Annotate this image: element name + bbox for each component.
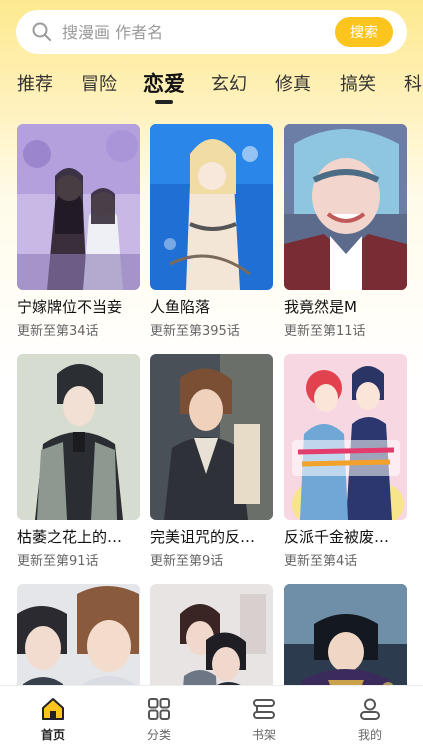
comic-title: 枯萎之花上的… bbox=[17, 528, 123, 546]
comic-title: 宁嫁牌位不当妾 bbox=[17, 298, 123, 316]
search-icon bbox=[32, 22, 51, 41]
nav-label: 分类 bbox=[146, 728, 171, 742]
comic-title: 反派千金被废… bbox=[284, 528, 390, 546]
comic-title: 完美诅咒的反… bbox=[150, 528, 256, 546]
tab-romance[interactable]: 恋爱 bbox=[143, 68, 185, 98]
nav-label: 我的 bbox=[357, 728, 382, 742]
app-screen: 搜索 推荐 冒险 恋爱 玄幻 修真 搞笑 科 bbox=[0, 0, 423, 752]
tab-comedy[interactable]: 搞笑 bbox=[340, 70, 376, 96]
comic-title: 人鱼陷落 bbox=[150, 298, 211, 316]
category-tabs: 推荐 冒险 恋爱 玄幻 修真 搞笑 科 bbox=[0, 64, 423, 108]
nav-label: 首页 bbox=[40, 728, 65, 742]
comic-update: 更新至第34话 bbox=[17, 324, 99, 339]
comic-card[interactable]: 我竟然是M 更新至第11话 bbox=[284, 124, 407, 339]
comic-card[interactable]: 枯萎之花上的… 更新至第91话 bbox=[17, 354, 140, 569]
comic-cover[interactable] bbox=[17, 354, 140, 520]
tab-scifi[interactable]: 科 bbox=[404, 70, 422, 96]
comic-update: 更新至第9话 bbox=[150, 554, 224, 569]
comic-card[interactable]: 宁嫁牌位不当妾 更新至第34话 bbox=[17, 124, 140, 339]
nav-profile[interactable]: 我的 bbox=[340, 696, 400, 743]
comic-cover[interactable] bbox=[17, 124, 140, 290]
search-input[interactable] bbox=[62, 22, 335, 42]
active-tab-indicator bbox=[155, 100, 173, 104]
home-icon bbox=[42, 698, 64, 720]
tab-adventure[interactable]: 冒险 bbox=[81, 70, 117, 96]
grid-icon bbox=[148, 698, 170, 720]
search-bar[interactable]: 搜索 bbox=[16, 10, 407, 54]
search-button[interactable]: 搜索 bbox=[335, 17, 393, 47]
comic-cover[interactable] bbox=[150, 124, 273, 290]
comic-card[interactable]: 完美诅咒的反… 更新至第9话 bbox=[150, 354, 273, 569]
tab-fantasy[interactable]: 玄幻 bbox=[211, 70, 247, 96]
comic-update: 更新至第4话 bbox=[284, 554, 358, 569]
comic-update: 更新至第91话 bbox=[17, 554, 99, 569]
comic-cover[interactable] bbox=[284, 354, 407, 520]
nav-home[interactable]: 首页 bbox=[23, 696, 83, 743]
comic-card[interactable]: 人鱼陷落 更新至第395话 bbox=[150, 124, 273, 339]
comic-cover[interactable] bbox=[284, 124, 407, 290]
comic-card[interactable]: 反派千金被废… 更新至第4话 bbox=[284, 354, 407, 569]
tab-recommend[interactable]: 推荐 bbox=[17, 70, 53, 96]
nav-category[interactable]: 分类 bbox=[129, 696, 189, 743]
comic-update: 更新至第11话 bbox=[284, 324, 366, 339]
profile-icon bbox=[360, 698, 380, 720]
comic-title: 我竟然是M bbox=[284, 298, 357, 316]
bottom-nav: 首页 分类 书架 我的 bbox=[0, 685, 423, 752]
comic-cover[interactable] bbox=[150, 354, 273, 520]
nav-bookshelf[interactable]: 书架 bbox=[234, 696, 294, 743]
tab-cultivation[interactable]: 修真 bbox=[275, 70, 311, 96]
bookshelf-icon bbox=[253, 699, 275, 719]
comic-update: 更新至第395话 bbox=[150, 324, 240, 339]
nav-label: 书架 bbox=[251, 728, 276, 742]
